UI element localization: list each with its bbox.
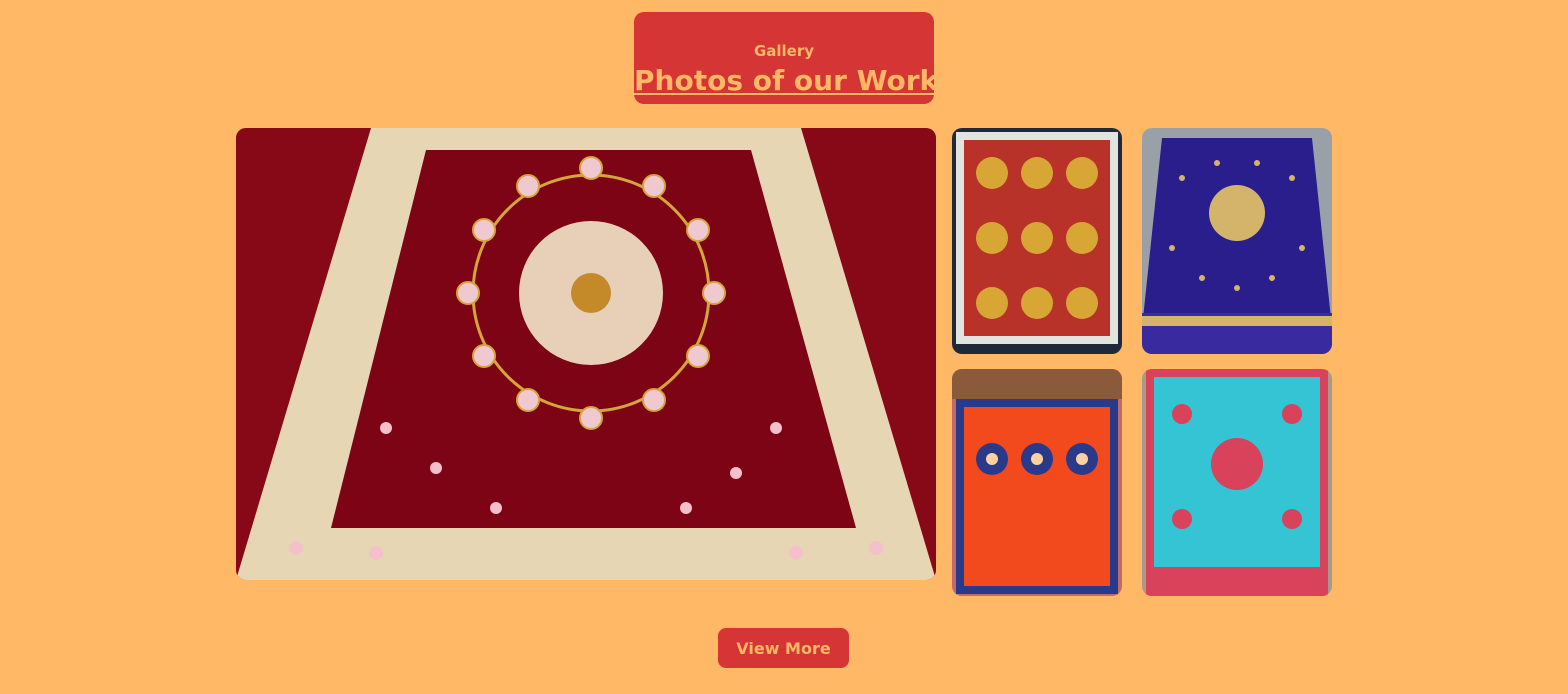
section-eyebrow: Gallery — [753, 42, 815, 60]
view-more-button[interactable]: View More — [718, 628, 849, 668]
carpet-photo-blue — [1142, 128, 1332, 354]
page-title: Photos of our Work — [634, 64, 939, 97]
gallery-header: Gallery Photos of our Work — [634, 12, 939, 104]
carpet-photo-turquoise — [1142, 369, 1332, 596]
carpet-photo-red — [236, 128, 936, 580]
gallery-photo-4[interactable] — [952, 369, 1122, 596]
carpet-photo-orange — [952, 369, 1122, 596]
gallery-photo-5[interactable] — [1142, 369, 1332, 596]
gallery-photo-main[interactable] — [236, 128, 936, 580]
gallery-photo-3[interactable] — [1142, 128, 1332, 354]
gallery-photo-2[interactable] — [952, 128, 1122, 354]
carpet-photo-gold-red — [952, 128, 1122, 354]
